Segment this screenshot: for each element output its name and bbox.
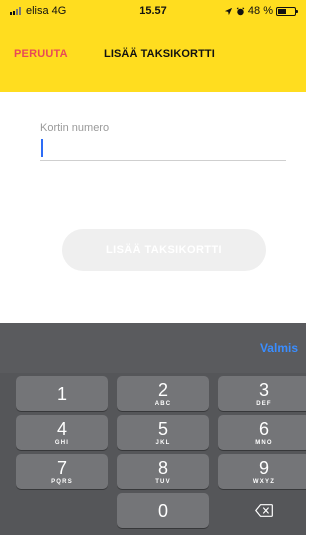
key-digit: 6 <box>258 419 269 439</box>
keyboard-toolbar: Valmis <box>0 323 306 373</box>
cancel-button[interactable]: PERUUTA <box>14 48 68 60</box>
key-digit: 4 <box>56 419 67 439</box>
key-0[interactable]: 0 <box>117 493 209 528</box>
key-digit: 5 <box>157 419 168 439</box>
key-letters: TUV <box>155 479 171 485</box>
key-digit: 7 <box>56 458 67 478</box>
status-right: 48 % <box>224 5 298 17</box>
text-caret <box>41 139 43 157</box>
key-digit: 2 <box>157 380 168 400</box>
key-3[interactable]: 3 DEF <box>218 376 306 411</box>
backspace-key[interactable] <box>218 493 306 528</box>
add-taxi-card-screen: elisa 4G 15.57 48 % PERUUTA LISÄÄ TAKSIK… <box>0 0 306 535</box>
key-5[interactable]: 5 JKL <box>117 415 209 450</box>
key-8[interactable]: 8 TUV <box>117 454 209 489</box>
location-icon <box>224 7 233 15</box>
key-1[interactable]: 1 <box>16 376 108 411</box>
key-letters: DEF <box>256 401 272 407</box>
key-7[interactable]: 7 PQRS <box>16 454 108 489</box>
key-2[interactable]: 2 ABC <box>117 376 209 411</box>
key-digit: 1 <box>56 384 67 404</box>
key-letters: PQRS <box>51 479 73 485</box>
top-bar: elisa 4G 15.57 48 % PERUUTA LISÄÄ TAKSIK… <box>0 0 306 92</box>
key-digit: 9 <box>258 458 269 478</box>
alarm-icon <box>236 6 245 15</box>
key-letters: JKL <box>155 440 171 446</box>
battery-icon <box>276 6 298 16</box>
key-9[interactable]: 9 WXYZ <box>218 454 306 489</box>
numeric-keyboard: Valmis 1 2 ABC 3 DEF 4 GHI 5 JKL 6 MNO 7… <box>0 323 306 535</box>
key-letters: WXYZ <box>252 479 276 485</box>
key-digit: 0 <box>157 501 168 521</box>
key-4[interactable]: 4 GHI <box>16 415 108 450</box>
key-6[interactable]: 6 MNO <box>218 415 306 450</box>
backspace-icon <box>255 504 273 517</box>
battery-percent: 48 % <box>247 5 273 17</box>
card-number-label: Kortin numero <box>40 122 110 134</box>
key-letters: MNO <box>255 440 273 446</box>
key-digit: 8 <box>157 458 168 478</box>
done-button[interactable]: Valmis <box>260 341 298 355</box>
status-bar: elisa 4G 15.57 48 % <box>0 0 306 24</box>
key-blank <box>16 493 108 528</box>
key-letters: ABC <box>154 401 172 407</box>
key-digit: 3 <box>258 380 269 400</box>
key-letters: GHI <box>54 440 70 446</box>
page-title: LISÄÄ TAKSIKORTTI <box>104 48 215 60</box>
battery-level <box>278 8 286 14</box>
add-taxi-card-button[interactable]: LISÄÄ TAKSIKORTTI <box>62 229 266 271</box>
card-number-input[interactable] <box>40 137 286 161</box>
header: PERUUTA LISÄÄ TAKSIKORTTI <box>0 24 306 92</box>
